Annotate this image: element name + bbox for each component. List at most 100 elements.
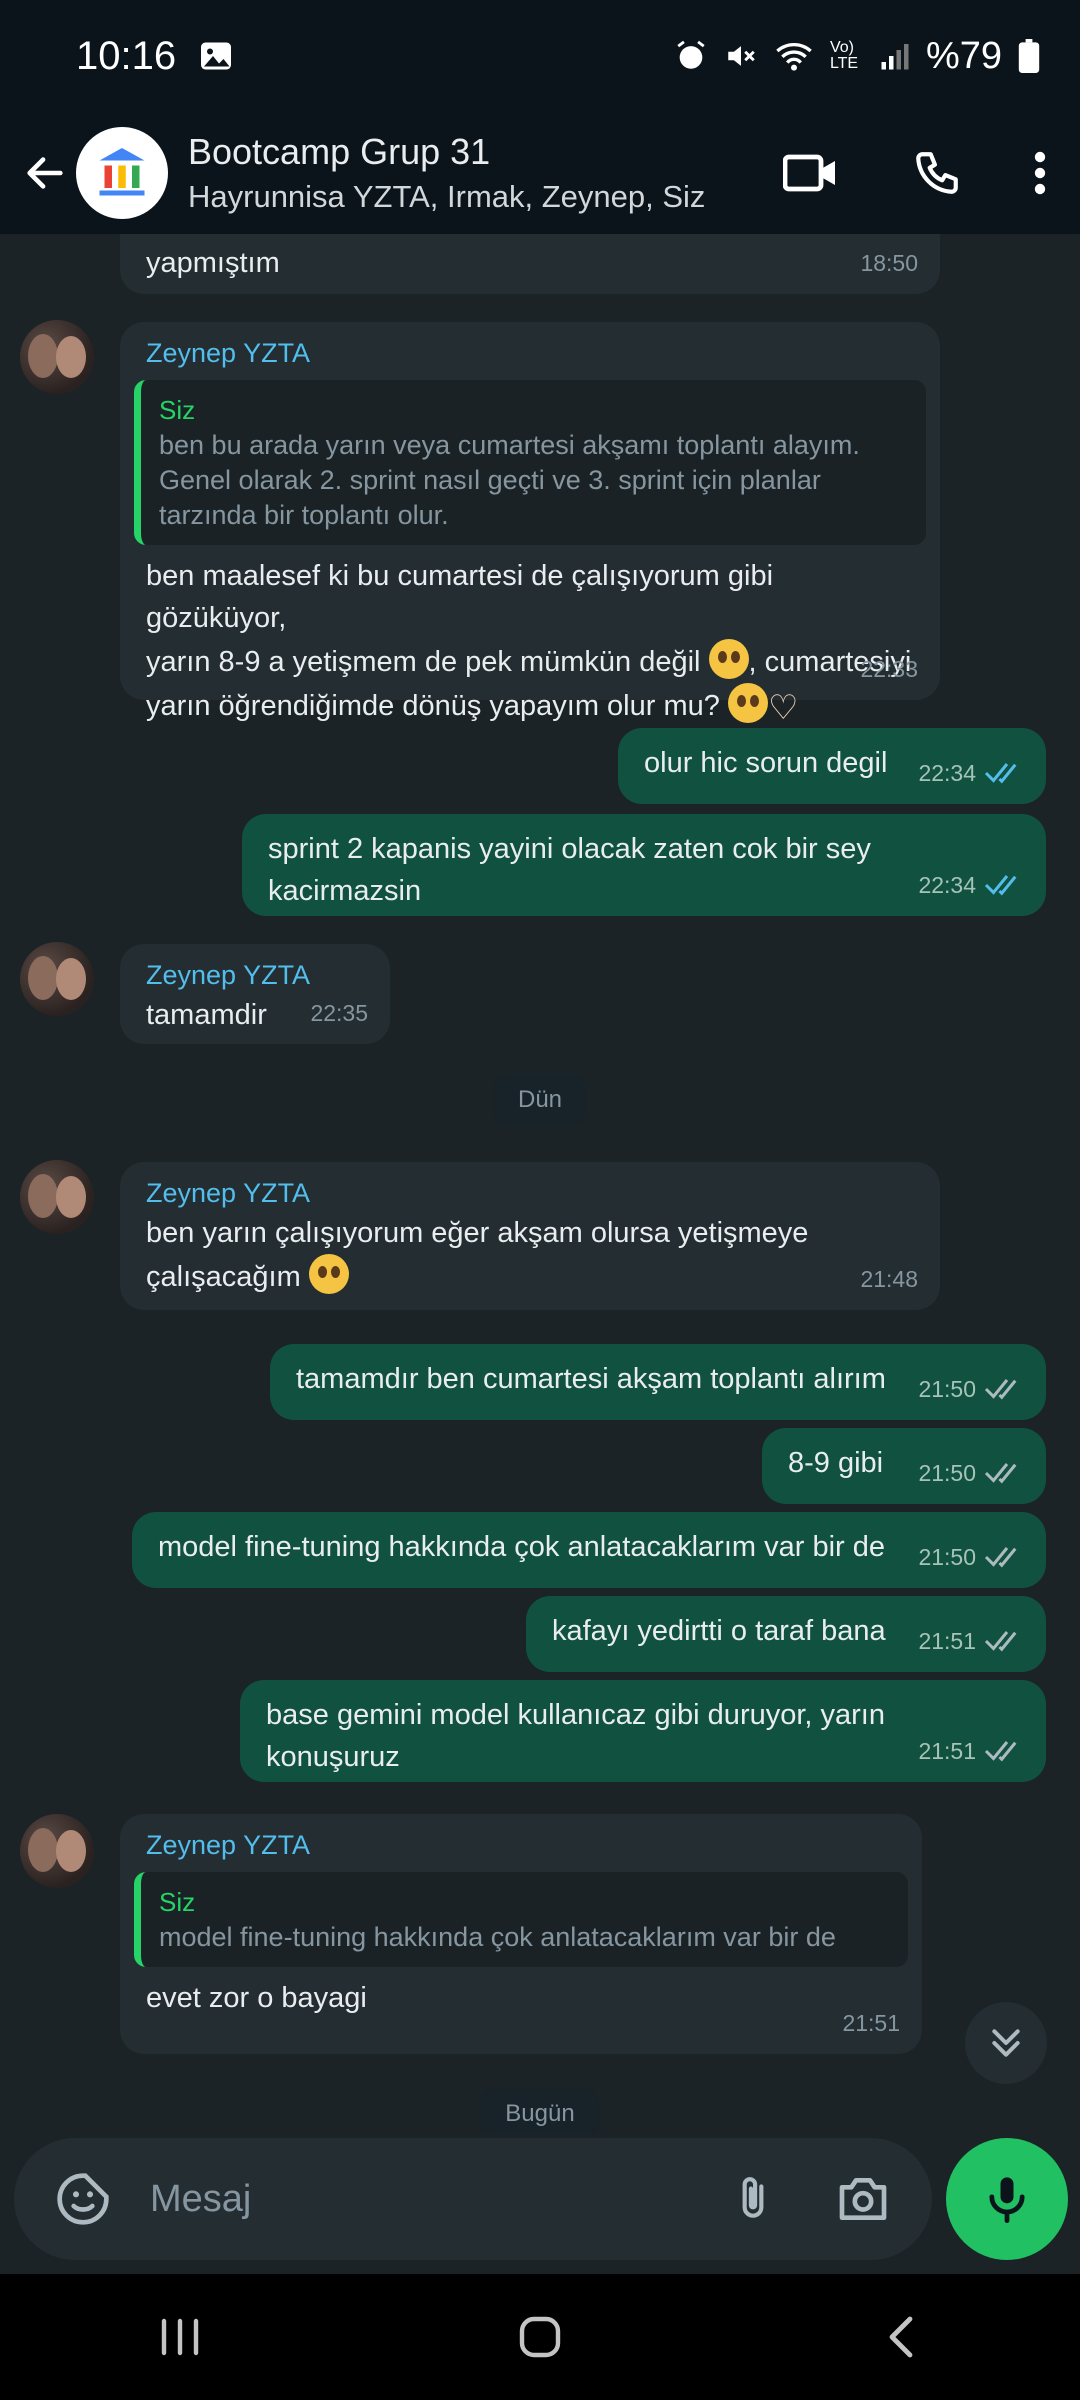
status-bar: 10:16 Vo) LTE %79 [0,0,1080,112]
message-bubble[interactable]: Zeynep YZTA Siz model fine-tuning hakkın… [120,1814,922,2054]
quote-text: tarzında bir toplantı olur. [159,500,449,530]
quote-author: Siz [159,1887,196,1917]
sender-name: Zeynep YZTA [146,960,311,990]
message-input-box[interactable]: Mesaj [14,2138,932,2260]
quoted-message[interactable]: Siz ben bu arada yarın veya cumartesi ak… [134,380,926,545]
message-text: model fine-tuning hakkında çok anlatacak… [158,1531,885,1563]
quote-text: Genel olarak 2. sprint nasıl geçti ve 3.… [159,465,821,495]
quote-text: model fine-tuning hakkında çok anlatacak… [159,1922,836,1952]
more-options-icon [1034,151,1046,195]
message-text: ben yarın çalışıyorum eğer akşam olursa … [146,1217,809,1249]
message-bubble[interactable]: tamamdır ben cumartesi akşam toplantı al… [270,1344,1046,1420]
message-text: çalışacağım [146,1261,301,1293]
recent-apps-button[interactable] [105,2287,255,2387]
mic-icon [989,2177,1025,2224]
camera-button[interactable] [818,2154,908,2244]
message-bubble[interactable]: yapmıştım 18:50 [120,234,940,294]
recent-apps-icon [161,2318,199,2356]
message-time: 22:33 [860,656,918,682]
status-time: 10:16 [76,33,177,78]
read-receipt-icon [984,763,1017,784]
message-time: 21:51 [918,1628,976,1654]
avatar[interactable] [20,942,94,1016]
message-bubble[interactable]: base gemini model kullanıcaz gibi duruyo… [240,1680,1046,1782]
chat-title: Bootcamp Grup 31 [188,131,491,172]
message-time: 21:51 [918,1738,976,1764]
voice-message-button[interactable] [946,2138,1068,2260]
avatar[interactable] [20,1160,94,1234]
header-info[interactable]: Bootcamp Grup 31 Hayrunnisa YZTA, Irmak,… [188,131,748,215]
delivered-receipt-icon [984,1741,1017,1762]
system-back-button[interactable] [825,2287,975,2387]
message-list[interactable]: yapmıştım 18:50 Zeynep YZTA Siz ben bu a… [0,234,1080,2134]
attach-button[interactable] [708,2154,798,2244]
pleading-face-emoji-icon [308,1254,349,1294]
mute-icon [724,39,758,73]
video-call-button[interactable] [748,112,874,234]
message-time: 21:48 [860,1266,918,1292]
composer: Mesaj [0,2134,1080,2274]
read-receipt-icon [984,875,1017,896]
message-time: 22:35 [310,1000,368,1026]
delivered-receipt-icon [984,1463,1017,1484]
video-call-icon [783,154,835,192]
system-nav-bar [0,2274,1080,2400]
message-bubble[interactable]: Zeynep YZTA ben yarın çalışıyorum eğer a… [120,1162,940,1310]
group-logo-icon [99,148,145,196]
message-text: tamamdır ben cumartesi akşam toplantı al… [296,1363,886,1395]
group-avatar[interactable] [76,127,168,219]
wifi-icon [774,39,814,73]
sender-name: Zeynep YZTA [146,1178,311,1208]
message-text: sprint 2 kapanis yayini olacak zaten cok… [268,833,871,907]
sticker-button[interactable] [38,2154,128,2244]
battery-level: %79 [925,34,1002,77]
scroll-down-icon [992,2029,1020,2057]
voice-call-icon [916,152,958,194]
date-separator: Dün [493,1074,587,1126]
avatar[interactable] [20,1814,94,1888]
message-bubble[interactable]: sprint 2 kapanis yayini olacak zaten cok… [242,814,1046,916]
sender-name: Zeynep YZTA [146,338,311,368]
message-time: 18:50 [860,250,918,276]
message-text: yarın 8-9 a yetişmem de pek mümkün değil [146,646,701,678]
message-time: 22:34 [918,760,976,786]
heart-hands-emoji-icon: ♡ [767,689,799,727]
home-button[interactable] [465,2287,615,2387]
more-options-button[interactable] [1000,112,1080,234]
message-bubble[interactable]: model fine-tuning hakkında çok anlatacak… [132,1512,1046,1588]
message-text: base gemini model kullanıcaz gibi duruyo… [266,1699,885,1773]
quote-author: Siz [159,395,196,425]
message-bubble[interactable]: Zeynep YZTA tamamdir 22:35 [120,944,390,1044]
system-back-icon [889,2316,913,2358]
voice-call-button[interactable] [874,112,1000,234]
signal-icon [880,41,910,71]
scroll-to-bottom-button[interactable] [965,2002,1047,2084]
message-text: yarın öğrendiğimde dönüş yapayım olur mu… [146,690,720,722]
delivered-receipt-icon [984,1547,1017,1568]
message-input[interactable]: Mesaj [150,2178,708,2221]
delivered-receipt-icon [984,1379,1017,1400]
date-separator: Bugün [481,2088,599,2134]
sticker-icon [57,2173,109,2225]
home-icon [519,2316,561,2358]
message-time: 21:51 [842,2010,900,2036]
chat-members: Hayrunnisa YZTA, Irmak, Zeynep, Siz [188,179,706,214]
back-arrow-icon [27,157,63,189]
message-text: evet zor o bayagi [146,1982,367,2014]
message-bubble[interactable]: 8-9 gibi 21:50 [762,1428,1046,1504]
gallery-notification-icon [198,38,234,74]
message-time: 21:50 [918,1376,976,1402]
avatar[interactable] [20,320,94,394]
message-bubble[interactable]: kafayı yedirtti o taraf bana 21:51 [526,1596,1046,1672]
message-bubble[interactable]: Zeynep YZTA Siz ben bu arada yarın veya … [120,322,940,727]
battery-icon [1018,39,1040,73]
chat-header: Bootcamp Grup 31 Hayrunnisa YZTA, Irmak,… [0,112,1080,234]
message-bubble[interactable]: olur hic sorun degil 22:34 [618,728,1046,804]
message-time: 21:50 [918,1460,976,1486]
quoted-message[interactable]: Siz model fine-tuning hakkında çok anlat… [134,1872,908,1967]
message-time: 21:50 [918,1544,976,1570]
alarm-icon [674,39,708,73]
quote-text: ben bu arada yarın veya cumartesi akşamı… [159,430,860,460]
camera-icon [839,2178,887,2220]
sender-name: Zeynep YZTA [146,1830,311,1860]
